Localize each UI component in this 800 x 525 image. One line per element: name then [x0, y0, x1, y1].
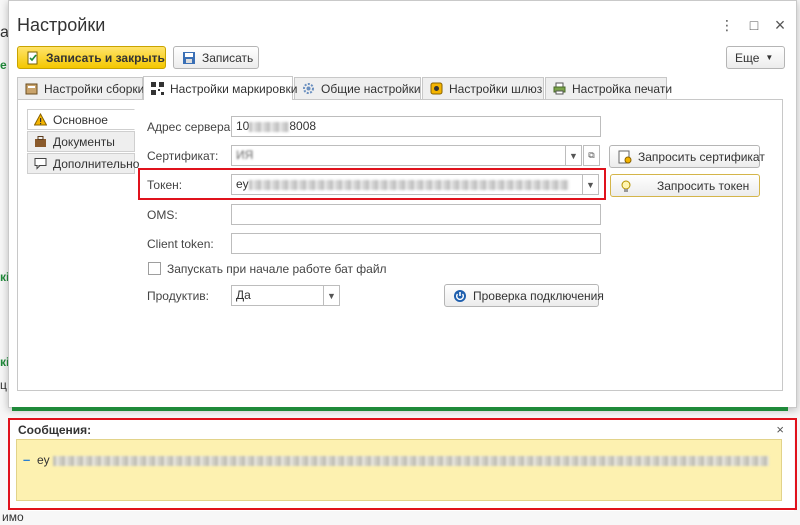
- tab-gateway-settings[interactable]: Настройки шлюз: [422, 77, 544, 99]
- gateway-icon: [430, 82, 443, 95]
- save-button[interactable]: Записать: [173, 46, 259, 69]
- chevron-down-icon: ▼: [765, 53, 774, 62]
- tab-print-settings[interactable]: Настройка печати: [545, 77, 672, 99]
- certificate-icon: [618, 150, 632, 164]
- run-bat-checkbox[interactable]: [148, 262, 161, 275]
- request-token-button[interactable]: Запросить токен: [610, 174, 760, 197]
- check-connection-label: Проверка подключения: [473, 288, 604, 303]
- floppy-icon: [182, 51, 196, 65]
- save-label: Записать: [202, 50, 254, 65]
- save-and-close-label: Записать и закрыть: [46, 50, 165, 65]
- lightbulb-icon: [619, 179, 633, 193]
- dialog-title: Настройки: [17, 15, 106, 35]
- tab-label: Настройки сборки: [44, 81, 145, 96]
- server-address-input[interactable]: 10 8008: [231, 116, 601, 137]
- oms-input[interactable]: [231, 204, 601, 225]
- request-certificate-label: Запросить сертификат: [638, 149, 765, 164]
- certificate-value: ИЯ: [236, 148, 254, 162]
- close-icon[interactable]: ×: [772, 16, 788, 34]
- save-doc-icon: [26, 51, 40, 65]
- tab-build-settings[interactable]: Настройки сборки: [17, 77, 145, 99]
- server-address-prefix: 10: [236, 119, 250, 133]
- settings-dialog: Настройки ⋮ □ × Записать и закрыть Запис…: [8, 0, 797, 408]
- check-connection-button[interactable]: Проверка подключения: [444, 284, 604, 307]
- tab-marking-settings[interactable]: Настройки маркировки: [143, 76, 297, 100]
- certificate-dropdown-icon[interactable]: ▼: [565, 145, 582, 166]
- tab-label: Настройки маркировки: [170, 81, 298, 96]
- tab-label: Настройки шлюз: [449, 81, 543, 96]
- bg-fragment: ц: [0, 378, 7, 392]
- server-address-suffix: 8008: [289, 119, 317, 133]
- subnav-label: Документы: [53, 134, 115, 149]
- more-button[interactable]: Еще ▼: [726, 46, 785, 69]
- gear-icon: [302, 82, 315, 95]
- subnav-label: Дополнительно: [53, 156, 140, 171]
- open-icon[interactable]: ⧉: [583, 145, 600, 166]
- certificate-label: Сертификат:: [147, 149, 219, 163]
- messages-highlight-frame: [8, 418, 797, 510]
- more-label: Еще: [735, 50, 760, 65]
- request-token-label: Запросить токен: [657, 178, 750, 193]
- comment-icon: [34, 157, 47, 170]
- subnav-label: Основное: [53, 112, 108, 127]
- production-select[interactable]: Да: [231, 285, 324, 306]
- warning-icon: [33, 112, 48, 126]
- production-dropdown-icon[interactable]: ▼: [323, 285, 340, 306]
- production-label: Продуктив:: [147, 289, 210, 303]
- subnav-main[interactable]: Основное: [27, 109, 135, 130]
- qr-code-icon: [151, 82, 164, 95]
- save-and-close-button[interactable]: Записать и закрыть: [17, 46, 166, 69]
- briefcase-icon: [34, 135, 47, 148]
- client-token-input[interactable]: [231, 233, 601, 254]
- subnav-additional[interactable]: Дополнительно: [27, 153, 139, 174]
- server-address-label: Адрес сервера:: [147, 120, 234, 134]
- messages-separator: [12, 407, 788, 411]
- bg-fragment: имо: [2, 510, 24, 524]
- more-actions-icon[interactable]: ⋮: [719, 17, 735, 33]
- production-value: Да: [236, 288, 251, 302]
- oms-label: OMS:: [147, 208, 178, 222]
- tab-label: Настройка печати: [572, 81, 673, 96]
- subnav-documents[interactable]: Документы: [27, 131, 135, 152]
- certificate-input[interactable]: ИЯ: [231, 145, 566, 166]
- client-token-label: Client token:: [147, 237, 214, 251]
- token-highlight-frame: [138, 168, 606, 200]
- tab-label: Общие настройки: [321, 81, 421, 96]
- maximize-icon[interactable]: □: [746, 17, 762, 33]
- power-icon: [453, 289, 467, 303]
- run-bat-label: Запускать при начале работе бат файл: [167, 262, 387, 276]
- printer-icon: [553, 82, 566, 95]
- tab-general-settings[interactable]: Общие настройки: [294, 77, 421, 99]
- redacted-text: [249, 121, 290, 132]
- settings-doc-icon: [25, 82, 38, 95]
- request-certificate-button[interactable]: Запросить сертификат: [609, 145, 765, 168]
- bg-fragment: е: [0, 58, 7, 72]
